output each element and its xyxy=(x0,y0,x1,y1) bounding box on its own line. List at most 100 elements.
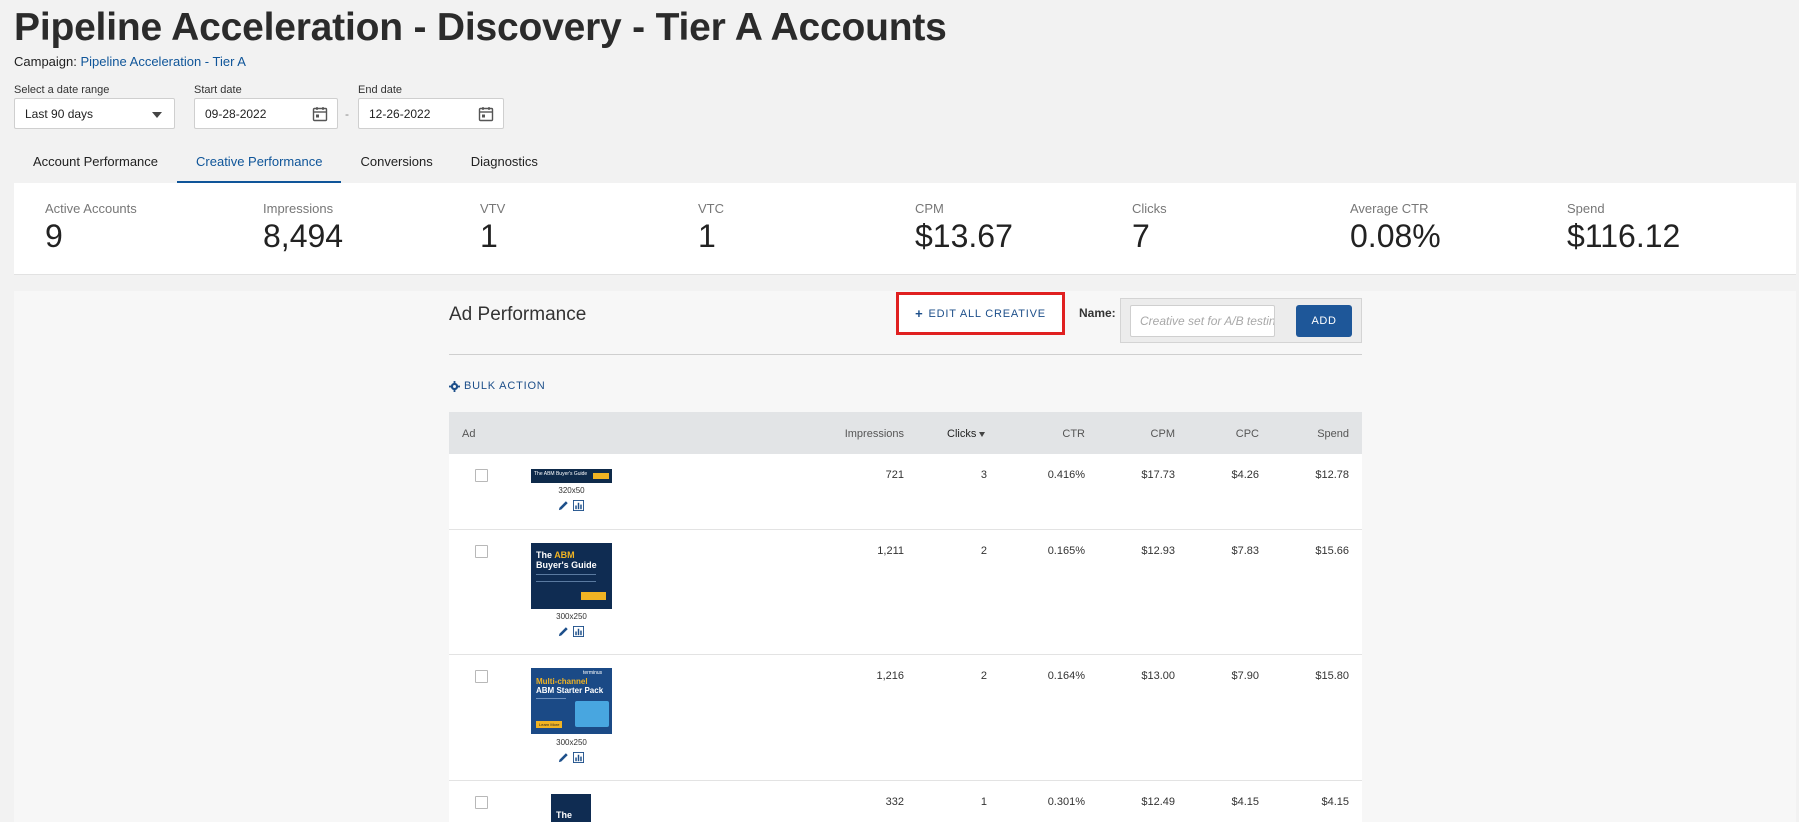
date-separator: - xyxy=(345,107,349,121)
cell-spend: $15.66 xyxy=(1315,545,1349,557)
table-row: The ABM Buyer's Guide 320x50 721 3 0.416… xyxy=(449,454,1362,530)
column-header-cpm[interactable]: CPM xyxy=(1151,428,1175,440)
cell-spend: $4.15 xyxy=(1321,796,1349,808)
date-range-value: Last 90 days xyxy=(25,106,94,121)
ad-headline: The ABM xyxy=(536,550,575,560)
cell-clicks: 1 xyxy=(980,796,987,808)
stat-vtc: VTC 1 xyxy=(698,201,724,255)
gear-icon xyxy=(449,380,460,392)
ad-subtext xyxy=(536,698,566,712)
pencil-icon[interactable] xyxy=(558,626,569,637)
column-header-ctr[interactable]: CTR xyxy=(1062,428,1085,440)
date-range-label: Select a date range xyxy=(14,84,110,96)
row-checkbox[interactable] xyxy=(475,469,488,482)
table-row: The ABM Buyer's Guide 300x250 1,211 2 0.… xyxy=(449,530,1362,655)
edit-all-creative-label: EDIT ALL CREATIVE xyxy=(928,307,1046,320)
cell-cpc: $7.83 xyxy=(1231,545,1259,557)
pencil-icon[interactable] xyxy=(558,752,569,763)
column-header-ad: Ad xyxy=(462,428,476,440)
stats-panel: Active Accounts 9 Impressions 8,494 VTV … xyxy=(14,183,1796,275)
stat-label: VTV xyxy=(480,201,506,216)
column-header-clicks[interactable]: Clicks xyxy=(947,428,986,440)
stat-spend: Spend $116.12 xyxy=(1567,201,1680,255)
cell-cpc: $7.90 xyxy=(1231,670,1259,682)
ad-thumbnail[interactable]: terminus Multi-channel ABM Starter Pack … xyxy=(531,668,612,734)
tab-conversions[interactable]: Conversions xyxy=(341,143,451,183)
end-date-input[interactable]: 12-26-2022 xyxy=(358,98,504,129)
stat-label: Clicks xyxy=(1132,201,1167,216)
edit-all-creative-button[interactable]: + EDIT ALL CREATIVE xyxy=(896,292,1065,335)
pencil-icon[interactable] xyxy=(558,500,569,511)
bar-chart-icon[interactable] xyxy=(573,626,584,637)
ad-thumbnail[interactable]: The ABM Buyer's Guide xyxy=(531,469,612,483)
cell-ctr: 0.165% xyxy=(1047,545,1085,557)
row-actions xyxy=(558,500,584,511)
cell-ctr: 0.164% xyxy=(1047,670,1085,682)
row-checkbox[interactable] xyxy=(475,796,488,809)
end-date-label: End date xyxy=(358,84,403,96)
tab-bar: Account Performance Creative Performance… xyxy=(14,143,557,183)
stat-impressions: Impressions 8,494 xyxy=(263,201,343,255)
column-header-cpc[interactable]: CPC xyxy=(1236,428,1259,440)
start-date-value: 09-28-2022 xyxy=(205,106,267,121)
tab-creative-performance[interactable]: Creative Performance xyxy=(177,143,342,183)
stat-cpm: CPM $13.67 xyxy=(915,201,1013,255)
table-row: The 332 1 0.301% $12.49 $4.15 $4.15 xyxy=(449,781,1362,822)
row-actions xyxy=(558,626,584,637)
stat-value: 1 xyxy=(698,218,716,254)
stat-value: 0.08% xyxy=(1350,218,1441,254)
ad-headline-line2: Buyer's Guide xyxy=(536,560,597,570)
cell-cpm: $13.00 xyxy=(1141,670,1175,682)
chevron-down-icon xyxy=(152,112,162,118)
ad-cta xyxy=(581,592,606,600)
cell-cpc: $4.26 xyxy=(1231,469,1259,481)
stat-label: Spend xyxy=(1567,201,1605,216)
calendar-icon[interactable] xyxy=(312,106,328,122)
stat-value: 8,494 xyxy=(263,218,344,254)
ad-size: 300x250 xyxy=(556,612,587,621)
table-header: Ad Impressions Clicks CTR CPM CPC Spend xyxy=(449,412,1362,454)
stat-vtv: VTV 1 xyxy=(480,201,505,255)
campaign-line: Campaign: Pipeline Acceleration - Tier A xyxy=(14,54,246,69)
tab-diagnostics[interactable]: Diagnostics xyxy=(452,143,557,183)
ad-thumbnail[interactable]: The xyxy=(551,794,591,822)
bulk-action-button[interactable]: BULK ACTION xyxy=(449,380,546,392)
add-button[interactable]: ADD xyxy=(1296,305,1352,337)
stat-label: CPM xyxy=(915,201,944,216)
cell-cpc: $4.15 xyxy=(1231,796,1259,808)
bar-chart-icon[interactable] xyxy=(573,500,584,511)
cell-clicks: 2 xyxy=(980,670,987,682)
ad-thumbnail[interactable]: The ABM Buyer's Guide xyxy=(531,543,612,609)
stat-active-accounts: Active Accounts 9 xyxy=(45,201,137,255)
page-title: Pipeline Acceleration - Discovery - Tier… xyxy=(14,6,947,49)
ad-illustration xyxy=(575,701,609,727)
cell-clicks: 2 xyxy=(980,545,987,557)
cell-impressions: 1,216 xyxy=(876,670,904,682)
campaign-link[interactable]: Pipeline Acceleration - Tier A xyxy=(81,54,246,69)
cell-spend: $15.80 xyxy=(1315,670,1349,682)
stat-value: 7 xyxy=(1132,218,1150,254)
cell-cpm: $12.49 xyxy=(1141,796,1175,808)
column-header-spend[interactable]: Spend xyxy=(1317,428,1349,440)
date-range-select[interactable]: Last 90 days xyxy=(14,98,175,129)
creative-set-name-input[interactable] xyxy=(1130,305,1275,337)
cell-spend: $12.78 xyxy=(1315,469,1349,481)
tab-account-performance[interactable]: Account Performance xyxy=(14,143,177,183)
stat-label: Impressions xyxy=(263,201,334,216)
stat-value: $13.67 xyxy=(915,218,1013,254)
ad-size: 320x50 xyxy=(558,486,585,495)
bulk-action-label: BULK ACTION xyxy=(464,380,546,392)
sort-desc-icon xyxy=(979,431,986,437)
ad-brand: terminus xyxy=(583,670,603,676)
start-date-input[interactable]: 09-28-2022 xyxy=(194,98,338,129)
column-header-impressions[interactable]: Impressions xyxy=(845,428,904,440)
banner-cta xyxy=(593,473,609,479)
row-checkbox[interactable] xyxy=(475,545,488,558)
calendar-icon[interactable] xyxy=(478,106,494,122)
row-checkbox[interactable] xyxy=(475,670,488,683)
ad-size: 300x250 xyxy=(556,738,587,747)
stat-value: 1 xyxy=(480,218,498,254)
bar-chart-icon[interactable] xyxy=(573,752,584,763)
ad-headline-highlight: ABM xyxy=(554,550,575,560)
cell-cpm: $12.93 xyxy=(1141,545,1175,557)
